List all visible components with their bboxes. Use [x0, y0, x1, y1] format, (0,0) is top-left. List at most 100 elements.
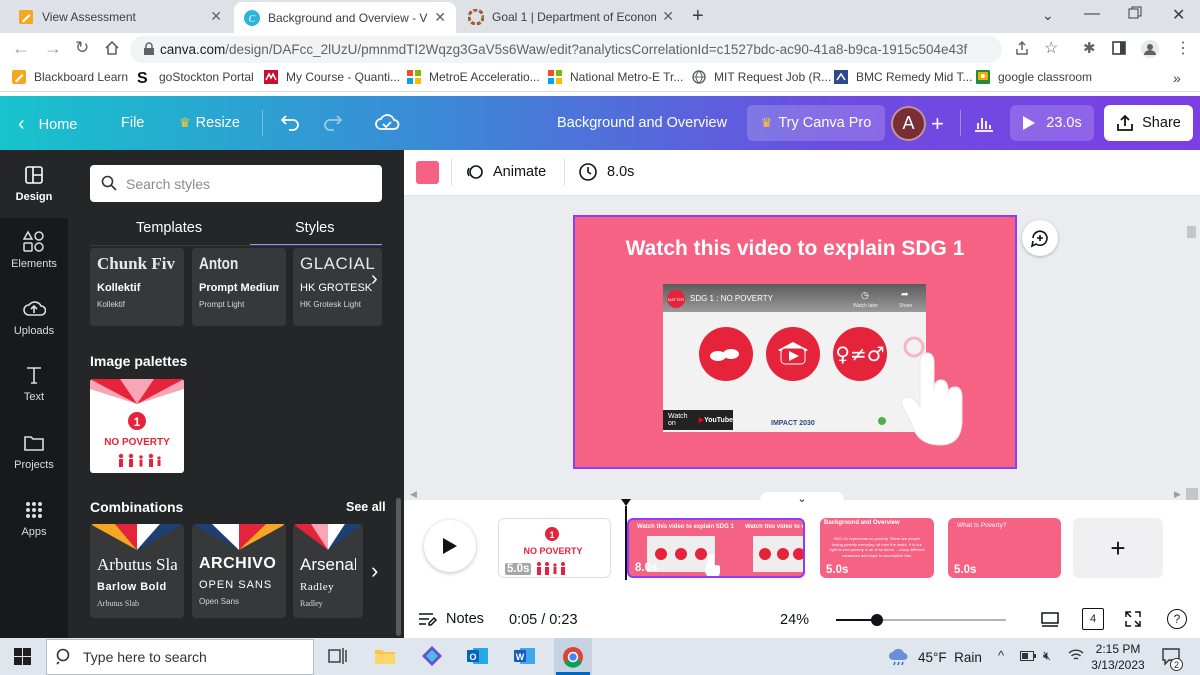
canvas-scrollbar-up[interactable]	[1187, 226, 1196, 238]
rail-uploads[interactable]: Uploads	[0, 285, 68, 349]
chevron-right-icon[interactable]: ›	[371, 268, 378, 291]
windows-start-icon[interactable]	[14, 648, 31, 665]
rail-projects[interactable]: Projects	[0, 420, 68, 484]
palette-card[interactable]: 1 NO POVERTY	[90, 379, 184, 473]
word-icon[interactable]: W	[514, 646, 536, 666]
slide-title[interactable]: Watch this video to explain SDG 1	[575, 237, 1015, 261]
fullscreen-icon[interactable]	[1124, 610, 1142, 628]
copilot-icon[interactable]	[421, 645, 443, 667]
extensions-icon[interactable]: ✱	[1083, 39, 1096, 57]
search-styles-input[interactable]: Search styles	[90, 165, 382, 202]
help-button[interactable]: ?	[1167, 609, 1187, 629]
file-explorer-icon[interactable]	[374, 647, 396, 665]
bookmark-national-metro[interactable]: National Metro-E Tr...	[548, 70, 683, 84]
watch-on-youtube[interactable]: Watch on ▶ YouTube	[663, 410, 733, 430]
share-arrow-icon[interactable]: ➦	[901, 289, 909, 300]
bookmark-metroe[interactable]: MetroE Acceleratio...	[407, 70, 540, 84]
page-count[interactable]: 4	[1082, 608, 1104, 630]
forward-icon[interactable]: →	[44, 38, 62, 59]
bookmark-mit-request[interactable]: MIT Request Job (R...	[692, 70, 831, 84]
zoom-level[interactable]: 24%	[780, 612, 809, 628]
close-window-icon[interactable]: ✕	[1172, 5, 1185, 25]
add-page-button[interactable]: +	[1073, 518, 1163, 578]
grid-view-icon[interactable]	[1040, 610, 1060, 630]
task-view-icon[interactable]	[328, 647, 348, 665]
combination-card[interactable]: Arbutus Sla Barlow Bold Arbutus Slab	[90, 524, 184, 618]
outlook-icon[interactable]: O	[467, 646, 489, 666]
font-set-card[interactable]: GLACIAL IN HK GROTESK I HK Grotesk Light	[293, 248, 382, 326]
chrome-icon[interactable]	[562, 646, 584, 668]
tab-goal-1[interactable]: Goal 1 | Department of Economic ✕	[458, 0, 684, 33]
timeline-page-4[interactable]: What Is Poverty? 5.0s	[948, 518, 1061, 578]
minimize-icon[interactable]: —	[1084, 5, 1100, 23]
timeline-play-button[interactable]	[424, 520, 476, 572]
close-tab-icon[interactable]: ✕	[434, 9, 446, 26]
bookmark-gostockton[interactable]: S goStockton Portal	[137, 70, 254, 87]
bookmark-google-classroom[interactable]: google classroom	[976, 70, 1092, 84]
rail-apps[interactable]: Apps	[0, 487, 68, 551]
see-all-link[interactable]: See all	[346, 500, 386, 514]
timeline-page-2[interactable]: Watch this video to explain SDG 1 Watch …	[627, 518, 805, 578]
home-icon[interactable]	[104, 40, 120, 56]
timeline-page-3[interactable]: Background and Overview SDG 01 represent…	[820, 518, 934, 578]
share-page-icon[interactable]	[1014, 40, 1030, 56]
resize-button[interactable]: ♛ Resize	[179, 115, 240, 131]
reload-icon[interactable]: ↻	[75, 38, 89, 58]
bookmark-bmc-remedy[interactable]: BMC Remedy Mid T...	[834, 70, 972, 84]
tab-search-chevron-icon[interactable]: ⌄	[1042, 7, 1054, 24]
zoom-slider-knob[interactable]	[870, 614, 883, 626]
scroll-right-arrow[interactable]: ▶	[1174, 489, 1181, 500]
tab-styles[interactable]: Styles	[295, 220, 335, 236]
weather-text[interactable]: 45°F Rain	[918, 650, 982, 665]
combination-card[interactable]: Arsenal Radley Radley	[293, 524, 363, 618]
add-collaborator-icon[interactable]: +	[931, 111, 944, 137]
bookmark-star-icon[interactable]: ☆	[1044, 38, 1058, 58]
new-tab-button[interactable]: +	[692, 5, 704, 28]
panel-scrollbar[interactable]	[396, 498, 401, 636]
tab-canva[interactable]: C Background and Overview - Vide ✕	[234, 2, 456, 33]
color-swatch[interactable]	[416, 161, 439, 184]
speaker-muted-icon[interactable]: 🔇︎	[1043, 648, 1051, 664]
home-button[interactable]: ‹ Home	[18, 113, 77, 136]
profile-icon[interactable]	[1141, 40, 1159, 58]
font-set-card[interactable]: Anton Prompt Medium Prompt Light	[192, 248, 286, 326]
clock[interactable]: 2:15 PM 3/13/2023	[1090, 641, 1146, 673]
side-panel-icon[interactable]	[1112, 41, 1126, 55]
rail-text[interactable]: Text	[0, 352, 68, 416]
clock-icon[interactable]: ◷	[861, 290, 869, 301]
notes-button[interactable]: Notes	[418, 611, 484, 627]
timeline-page-1[interactable]: 1 NO POVERTY 5.0s	[498, 518, 611, 578]
weather-rain-icon[interactable]	[887, 647, 911, 667]
rail-elements[interactable]: Elements	[0, 218, 68, 282]
url-bar[interactable]: canva.com/design/DAFcc_2lUzU/pmnmdTI2Wqz…	[130, 36, 1002, 63]
insights-chart-icon[interactable]	[973, 113, 995, 133]
canvas-scrollbar-thumb[interactable]	[1186, 488, 1198, 500]
tray-chevron-icon[interactable]: ^	[998, 648, 1004, 663]
avatar[interactable]: A	[891, 106, 926, 141]
taskbar-search-input[interactable]: Type here to search	[46, 639, 314, 675]
duration-button[interactable]: 8.0s	[578, 162, 634, 182]
scroll-left-arrow[interactable]: ◀	[410, 489, 417, 500]
bookmarks-overflow[interactable]: »	[1173, 70, 1181, 86]
present-play-button[interactable]: 23.0s	[1010, 105, 1094, 141]
close-tab-icon[interactable]: ✕	[210, 8, 222, 25]
cloud-saved-icon[interactable]	[374, 111, 400, 133]
file-menu-button[interactable]: File	[121, 115, 144, 131]
undo-icon[interactable]	[279, 112, 301, 132]
back-icon[interactable]: ←	[12, 38, 30, 59]
rail-design[interactable]: Design	[0, 150, 68, 218]
font-set-card[interactable]: Chunk Fiv Kollektif Kollektif	[90, 248, 184, 326]
bookmark-blackboard[interactable]: Blackboard Learn	[12, 70, 128, 84]
design-title[interactable]: Background and Overview	[557, 115, 727, 131]
battery-icon[interactable]	[1020, 651, 1036, 661]
timeline-collapse-chevron[interactable]: ⌄	[760, 492, 844, 506]
tab-view-assessment[interactable]: View Assessment ✕	[8, 0, 232, 33]
close-tab-icon[interactable]: ✕	[662, 8, 674, 25]
add-comment-button[interactable]	[1022, 220, 1058, 256]
tab-templates[interactable]: Templates	[136, 220, 202, 236]
wifi-icon[interactable]	[1068, 648, 1084, 662]
embedded-video[interactable]: MATTER SDG 1 : NO POVERTY ◷ Watch later …	[663, 284, 926, 432]
bookmark-my-course[interactable]: My Course - Quanti...	[264, 70, 400, 84]
menu-kebab-icon[interactable]: ⋮	[1175, 38, 1191, 58]
try-canva-pro-button[interactable]: ♛ Try Canva Pro	[747, 105, 885, 141]
